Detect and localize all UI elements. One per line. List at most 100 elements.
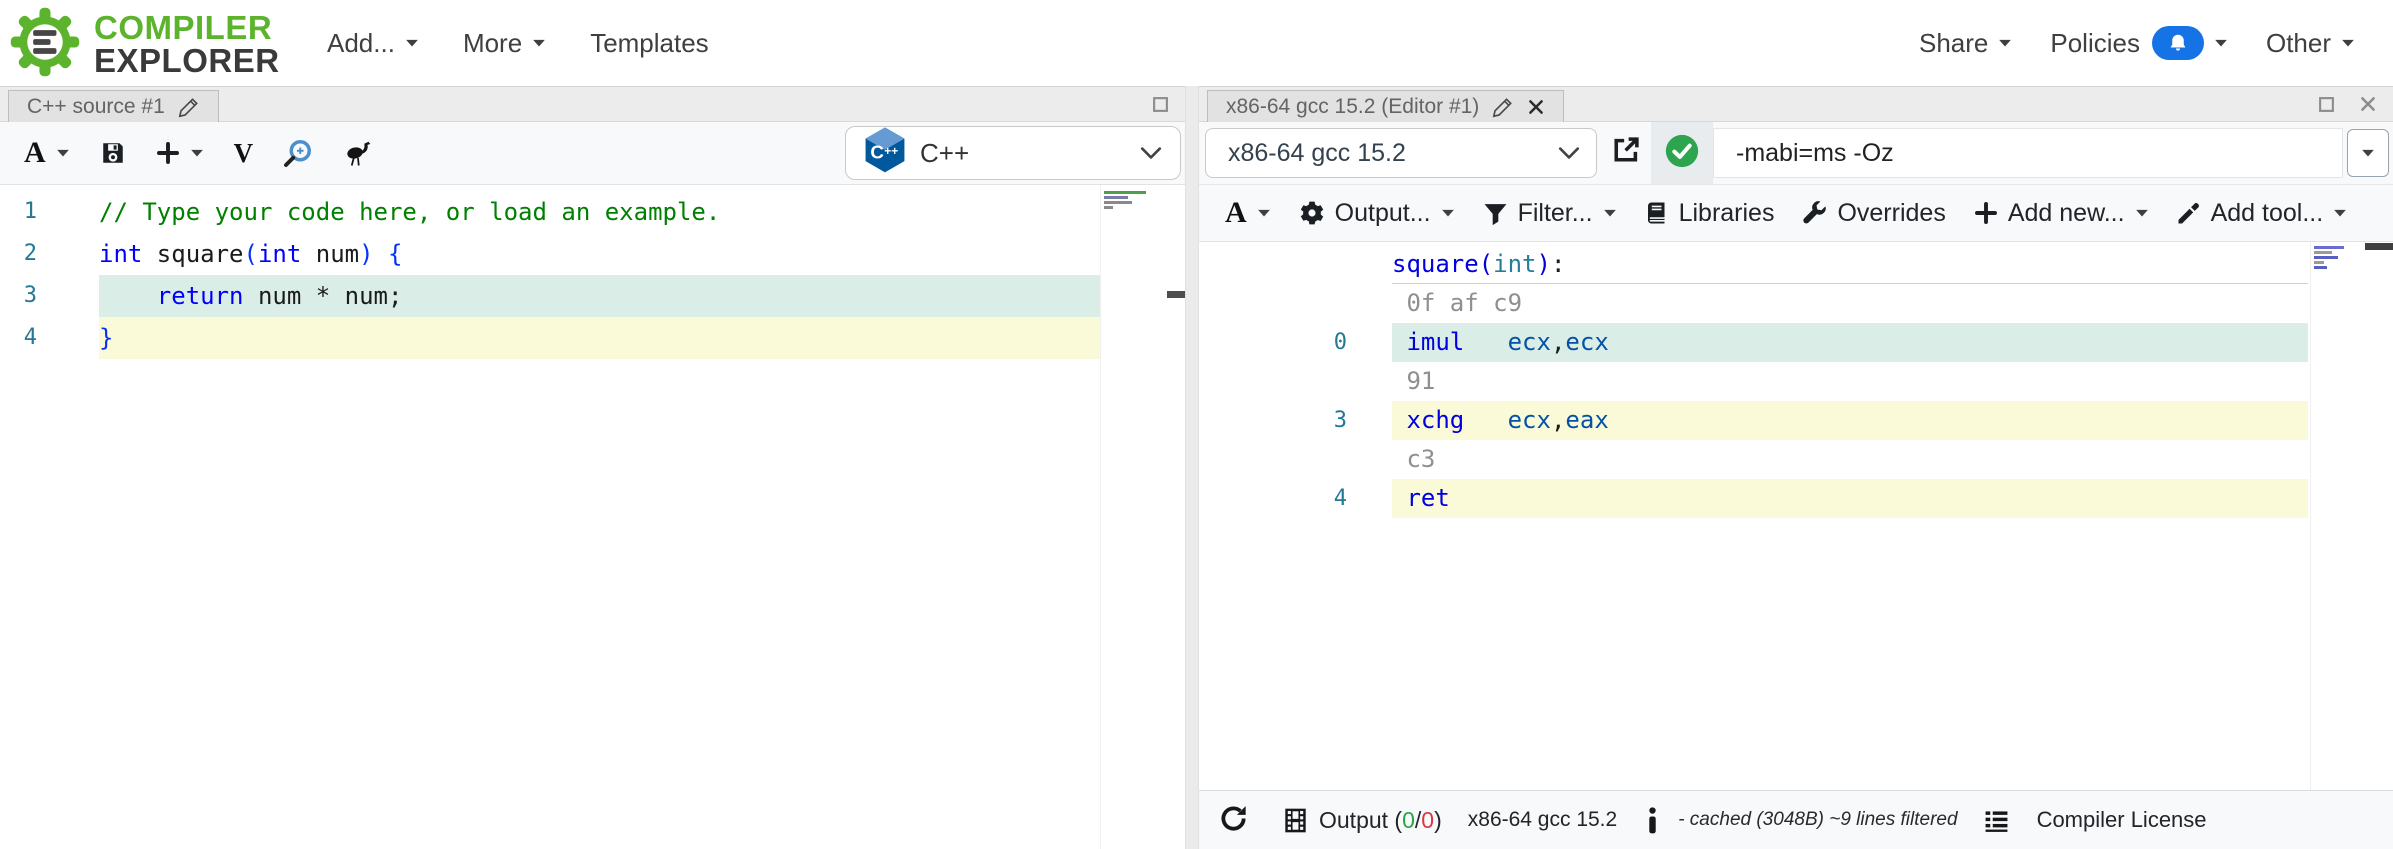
menu-other[interactable]: Other [2266,28,2355,59]
close-icon[interactable] [2359,95,2377,113]
output-film-icon [1284,807,1307,834]
brand-wordmark: COMPILER EXPLORER [94,9,280,77]
code-token-register: ecx [1507,406,1551,434]
output-ok-count: 0 [1402,806,1415,833]
compiler-picker[interactable]: x86-64 gcc 15.2 [1205,128,1597,178]
brand-logo[interactable]: COMPILER EXPLORER [8,5,280,84]
code-line[interactable]: 4} [0,317,1185,359]
code-line[interactable]: 91 [1199,362,2393,401]
language-select[interactable]: C ++ C++ [845,126,1181,180]
caret-down-icon [2341,38,2355,48]
caret-down-icon [56,148,70,158]
compiler-explorer-app: COMPILER EXPLORER Add... More Templates Sh… [0,0,2393,849]
code-line[interactable]: 3 return num * num; [0,275,1185,317]
quick-bench-button[interactable] [343,138,373,168]
chevron-down-icon [1558,146,1580,160]
menu-add[interactable]: Add... [327,28,419,59]
code-line[interactable]: square(int): [1199,245,2393,284]
close-icon[interactable] [1527,98,1545,116]
code-line-content: xchg ecx,eax [1392,401,2308,440]
toolbar-overrides-button[interactable]: Overrides [1802,199,1946,228]
pane-splitter[interactable] [1185,86,1199,849]
code-line-content: } [99,317,1100,359]
assembly-output-editor[interactable]: square(int): 0f af c9 0 imul ecx,ecx 91 3 … [1199,242,2393,790]
caret-down-icon [532,38,546,48]
rename-pencil-icon[interactable] [1492,96,1514,118]
vim-mode-button[interactable]: V [234,139,254,167]
plus-icon [1974,201,1998,225]
maximize-icon[interactable] [2318,96,2335,113]
menu-share[interactable]: Share [1919,28,2012,59]
plus-icon [156,141,180,165]
line-number: 1 [23,199,37,224]
options-dropdown-button[interactable] [2347,129,2389,177]
check-circle-icon [1665,134,1699,173]
save-button[interactable] [100,140,126,166]
toolbar-add-new-label: Add new... [2007,198,2125,227]
open-compiler-popup-button[interactable] [1611,135,1641,168]
code-line[interactable]: 1 // Type your code here, or load an exam… [0,191,1185,233]
compiler-license-link[interactable]: Compiler License [2037,807,2207,833]
caret-down-icon [190,148,204,158]
code-line-content: // Type your code here, or load an examp… [99,191,1100,233]
notification-badge[interactable] [2151,26,2204,60]
caret-down-icon [2135,208,2149,218]
code-token-mnemonic: xchg [1406,406,1465,434]
source-tab-title: C++ source #1 [27,94,165,118]
menu-share-label: Share [1918,27,1989,58]
font-size-button[interactable]: A [24,138,70,168]
add-pane-button[interactable] [156,141,204,165]
code-line[interactable]: 0 imul ecx,ecx [1199,323,2393,362]
code-token-label: ( [1478,250,1494,278]
code-line[interactable]: 0f af c9 [1199,284,2393,323]
compiler-options-input[interactable] [1713,128,2343,178]
info-icon[interactable] [1647,806,1658,834]
source-pane-window-controls [1152,87,1169,121]
code-line[interactable]: 2 int square(int num) { [0,233,1185,275]
toolbar-libraries-button[interactable]: Libraries [1645,199,1774,228]
brand-line-compiler: COMPILER [94,9,273,47]
refresh-icon [1219,804,1248,836]
menu-templates[interactable]: Templates [590,28,709,59]
font-size-a-icon: A [24,136,46,169]
menu-more[interactable]: More [463,28,546,59]
cpp-insights-button[interactable] [283,138,313,168]
caret-down-icon [1998,38,2012,48]
license-list-icon[interactable] [1984,808,2009,833]
code-line[interactable]: 4 ret [1199,479,2393,518]
compiler-pane-tab[interactable]: x86-64 gcc 15.2 (Editor #1) [1207,90,1565,122]
svg-text:C: C [870,141,884,162]
compile-status [1651,122,1713,184]
source-pane-tab[interactable]: C++ source #1 [8,90,219,122]
compiler-statusbar: Output (0/0) x86-64 gcc 15.2 - cached (3… [1199,790,2393,849]
toolbar-add-tool-button[interactable]: Add tool... [2177,199,2348,228]
toolbar-output-button[interactable]: Output... [1299,199,1455,228]
code-line-content: 0f af c9 [1392,284,2308,323]
caret-down-icon [405,38,419,48]
code-line[interactable]: 3 xchg ecx,eax [1199,401,2393,440]
toolbar-add-new-button[interactable]: Add new... [1974,199,2149,228]
output-status[interactable]: Output (0/0) [1319,807,1442,834]
rename-pencil-icon[interactable] [178,96,200,118]
output-error-count: 0 [1421,806,1435,833]
code-line[interactable]: c3 [1199,440,2393,479]
menu-templates-label: Templates [590,27,709,58]
maximize-icon[interactable] [1152,96,1169,113]
compiler-pane-titlebar: x86-64 gcc 15.2 (Editor #1) [1199,86,2393,122]
caret-down-icon [2214,38,2228,48]
recompile-button[interactable] [1219,804,1248,836]
output-label: Output ( [1319,806,1403,833]
toolbar-filter-label: Filter... [1517,198,1593,227]
source-code-editor[interactable]: 1 // Type your code here, or load an exam… [0,185,1185,849]
code-token-bytes: c3 [1392,445,1436,473]
menu-policies-label: Policies [2050,27,2140,58]
code-token-bracket: } [99,324,114,352]
toolbar-font-button[interactable]: A [1225,198,1271,228]
workspace: C++ source #1 A V C ++ C++ 1 // Type you… [0,86,2393,849]
menu-policies[interactable]: Policies [2050,26,2228,60]
toolbar-filter-button[interactable]: Filter... [1483,199,1617,228]
compiler-row: x86-64 gcc 15.2 [1199,122,2393,185]
gear-icon [1299,200,1325,226]
